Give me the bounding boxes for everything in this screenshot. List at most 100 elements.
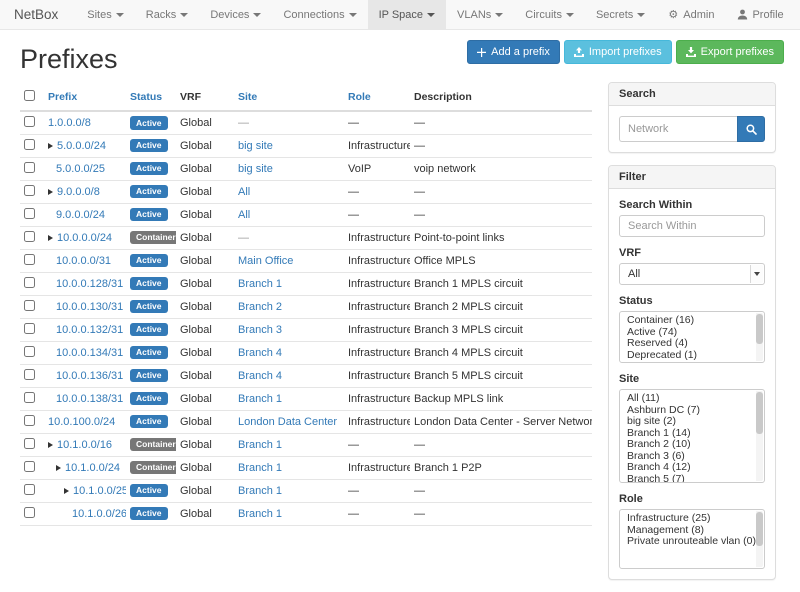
export-icon (686, 47, 696, 57)
site-link[interactable]: Branch 4 (238, 370, 282, 382)
row-checkbox[interactable] (24, 116, 35, 127)
scrollbar-thumb[interactable] (756, 512, 763, 546)
listbox-option[interactable]: Container (16) (627, 315, 754, 327)
search-within-input[interactable] (619, 215, 765, 237)
site-link[interactable]: Branch 4 (238, 347, 282, 359)
row-checkbox[interactable] (24, 369, 35, 380)
search-input[interactable] (619, 116, 737, 142)
row-checkbox[interactable] (24, 277, 35, 288)
scrollbar-thumb[interactable] (756, 392, 763, 434)
site-link[interactable]: Branch 1 (238, 278, 282, 290)
prefix-link[interactable]: 10.1.0.0/24 (65, 462, 120, 474)
prefix-link[interactable]: 10.1.0.0/26 (72, 508, 126, 520)
prefix-link[interactable]: 1.0.0.0/8 (48, 117, 91, 129)
description-cell: Office MPLS (410, 249, 592, 272)
site-link[interactable]: Branch 1 (238, 485, 282, 497)
sort-link-prefix[interactable]: Prefix (48, 91, 77, 103)
row-checkbox[interactable] (24, 323, 35, 334)
prefix-link[interactable]: 5.0.0.0/25 (56, 163, 105, 175)
row-checkbox[interactable] (24, 438, 35, 449)
role-listbox[interactable]: Infrastructure (25)Management (8)Private… (619, 509, 765, 569)
nav-menu-item-connections[interactable]: Connections (272, 0, 367, 29)
listbox-option[interactable]: All (11) (627, 393, 754, 405)
listbox-option[interactable]: Branch 4 (12) (627, 462, 754, 474)
site-listbox[interactable]: All (11)Ashburn DC (7)big site (2)Branch… (619, 389, 765, 483)
row-checkbox[interactable] (24, 461, 35, 472)
row-checkbox[interactable] (24, 231, 35, 242)
site-link[interactable]: Branch 1 (238, 439, 282, 451)
prefix-link[interactable]: 10.0.0.138/31 (56, 393, 123, 405)
site-link[interactable]: Branch 1 (238, 462, 282, 474)
prefix-link[interactable]: 10.0.0.136/31 (56, 370, 123, 382)
nav-menu-label: Circuits (525, 9, 562, 21)
row-checkbox[interactable] (24, 415, 35, 426)
search-button[interactable] (737, 116, 765, 142)
prefix-link[interactable]: 10.1.0.0/25 (73, 485, 126, 497)
prefix-link[interactable]: 9.0.0.0/24 (56, 209, 105, 221)
site-link[interactable]: Branch 2 (238, 301, 282, 313)
nav-menu-item-sites[interactable]: Sites (76, 0, 134, 29)
nav-profile-item[interactable]: Profile (725, 0, 794, 29)
prefix-link[interactable]: 10.0.0.134/31 (56, 347, 123, 359)
listbox-option[interactable]: Infrastructure (25) (627, 513, 754, 525)
export-prefixes-button[interactable]: Export prefixes (676, 40, 784, 64)
status-listbox[interactable]: Container (16)Active (74)Reserved (4)Dep… (619, 311, 765, 363)
site-link[interactable]: Branch 1 (238, 393, 282, 405)
brand-link[interactable]: NetBox (14, 0, 58, 29)
listbox-option[interactable]: Branch 2 (10) (627, 439, 754, 451)
site-link[interactable]: All (238, 209, 250, 221)
listbox-option[interactable]: big site (2) (627, 416, 754, 428)
row-checkbox[interactable] (24, 484, 35, 495)
prefix-link[interactable]: 10.0.100.0/24 (48, 416, 115, 428)
site-link[interactable]: Branch 3 (238, 324, 282, 336)
table-row: 9.0.0.0/24 Active Global All — — (20, 203, 592, 226)
prefix-link[interactable]: 10.1.0.0/16 (57, 439, 112, 451)
site-link[interactable]: Main Office (238, 255, 293, 267)
nav-admin-item[interactable]: ⚙ Admin (656, 0, 725, 29)
site-link[interactable]: Branch 1 (238, 508, 282, 520)
row-checkbox[interactable] (24, 208, 35, 219)
status-badge: Container (130, 231, 176, 245)
nav-menu-item-ip-space[interactable]: IP Space (368, 0, 446, 29)
row-checkbox[interactable] (24, 392, 35, 403)
listbox-option[interactable]: Deprecated (1) (627, 350, 754, 362)
sort-link-site[interactable]: Site (238, 91, 257, 103)
site-link[interactable]: London Data Center (238, 416, 337, 428)
row-checkbox[interactable] (24, 254, 35, 265)
row-checkbox[interactable] (24, 162, 35, 173)
prefix-link[interactable]: 10.0.0.0/31 (56, 255, 111, 267)
prefix-link[interactable]: 10.0.0.130/31 (56, 301, 123, 313)
prefix-link[interactable]: 10.0.0.128/31 (56, 278, 123, 290)
row-checkbox[interactable] (24, 346, 35, 357)
nav-menu-item-vlans[interactable]: VLANs (446, 0, 514, 29)
nav-log-out-item[interactable]: Log out (795, 0, 800, 29)
sort-link-status[interactable]: Status (130, 91, 162, 103)
row-checkbox[interactable] (24, 139, 35, 150)
row-checkbox[interactable] (24, 185, 35, 196)
prefix-link[interactable]: 10.0.0.0/24 (57, 232, 112, 244)
scrollbar-thumb[interactable] (756, 314, 763, 344)
site-link[interactable]: All (238, 186, 250, 198)
nav-menu-item-secrets[interactable]: Secrets (585, 0, 656, 29)
listbox-option[interactable]: Branch 5 (7) (627, 474, 754, 484)
row-checkbox[interactable] (24, 300, 35, 311)
site-link[interactable]: big site (238, 140, 273, 152)
navbar-right: ⚙ Admin Profile Log out (656, 0, 800, 29)
prefix-link[interactable]: 9.0.0.0/8 (57, 186, 100, 198)
prefix-link[interactable]: 10.0.0.132/31 (56, 324, 123, 336)
nav-menu-item-circuits[interactable]: Circuits (514, 0, 585, 29)
description-cell: Branch 1 MPLS circuit (410, 272, 592, 295)
site-link[interactable]: big site (238, 163, 273, 175)
nav-menu-item-racks[interactable]: Racks (135, 0, 200, 29)
listbox-option[interactable]: Management (8) (627, 525, 754, 537)
role-cell: — (344, 479, 410, 502)
select-all-checkbox[interactable] (24, 90, 35, 101)
row-checkbox[interactable] (24, 507, 35, 518)
sort-link-role[interactable]: Role (348, 91, 371, 103)
nav-menu-item-devices[interactable]: Devices (199, 0, 272, 29)
prefix-link[interactable]: 5.0.0.0/24 (57, 140, 106, 152)
listbox-option[interactable]: Private unrouteable vlan (0) (627, 536, 754, 548)
vrf-select[interactable]: All (619, 263, 765, 285)
description-cell: Branch 4 MPLS circuit (410, 341, 592, 364)
listbox-option[interactable]: Reserved (4) (627, 338, 754, 350)
